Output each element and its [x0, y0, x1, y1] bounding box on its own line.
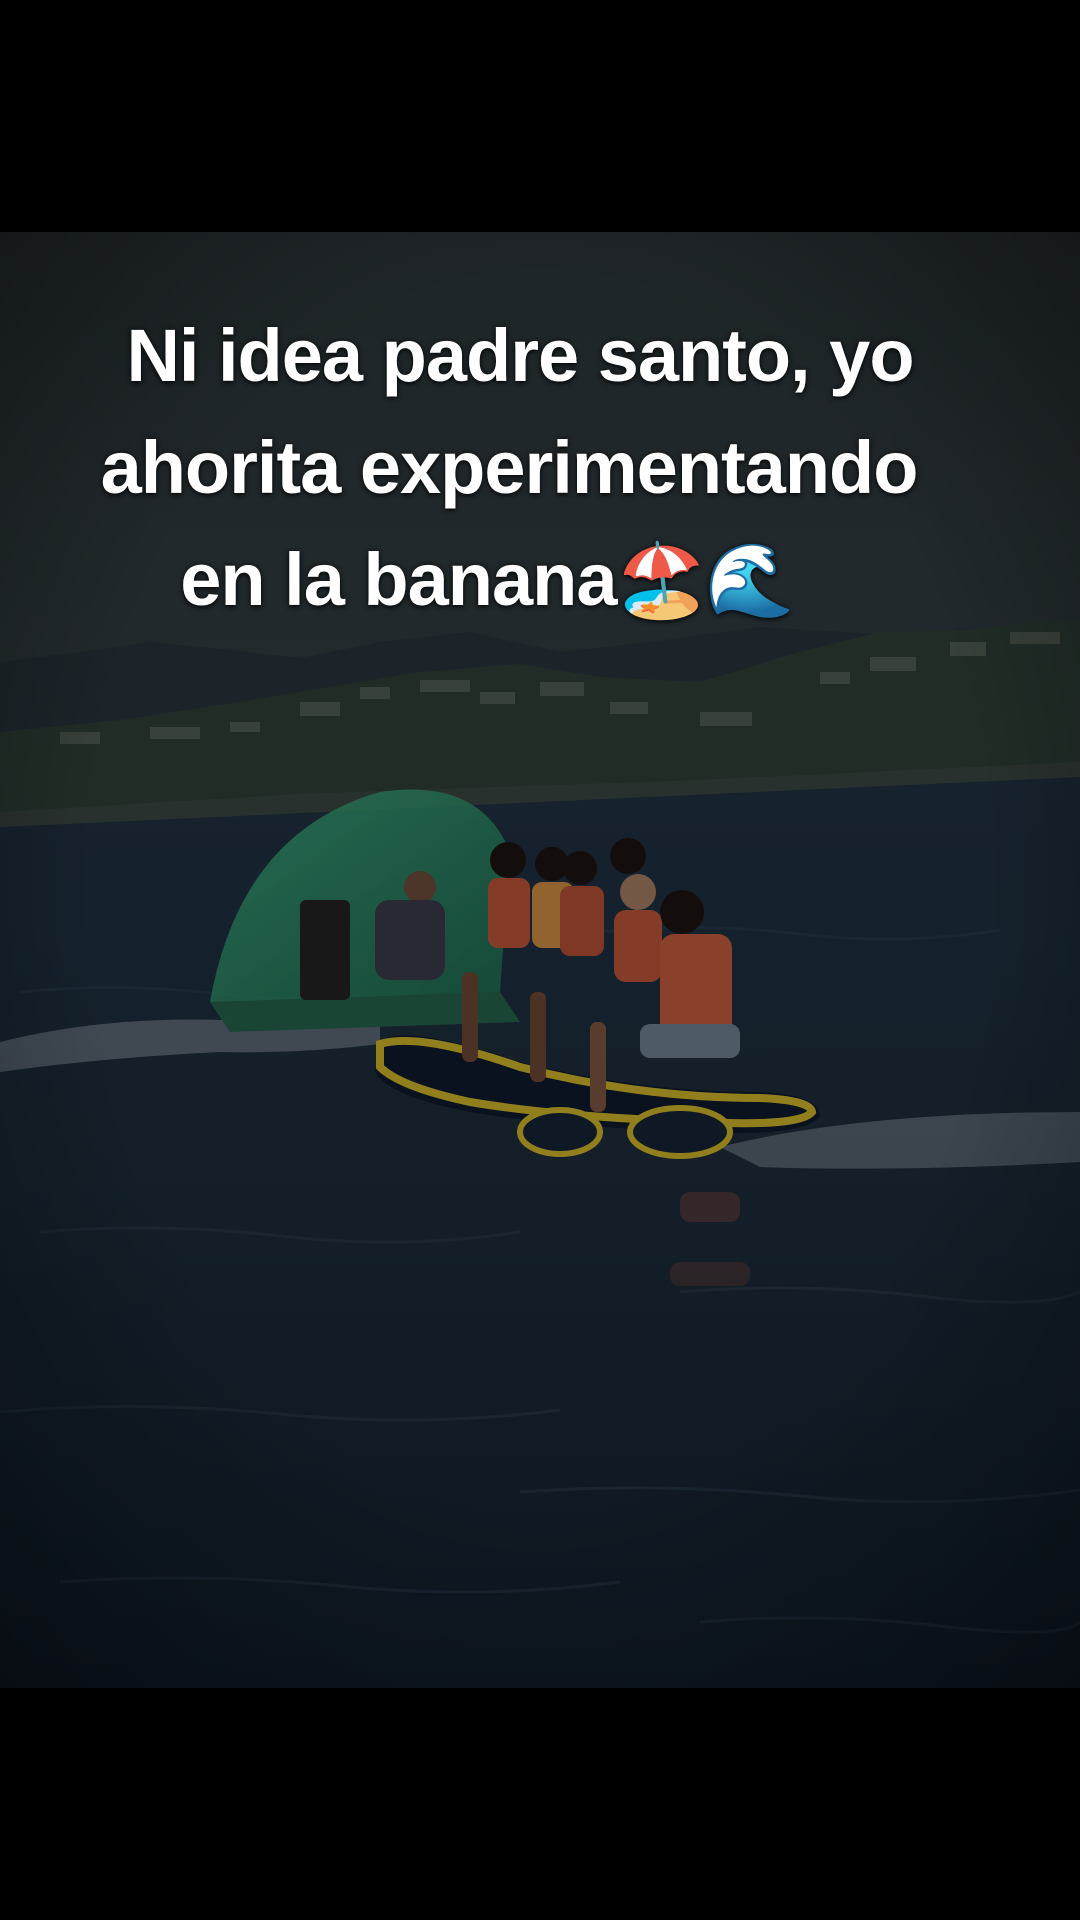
letterbox-top [0, 0, 1080, 232]
video-scene [0, 232, 1080, 1688]
video-frame[interactable] [0, 232, 1080, 1688]
letterbox-bottom [0, 1688, 1080, 1920]
